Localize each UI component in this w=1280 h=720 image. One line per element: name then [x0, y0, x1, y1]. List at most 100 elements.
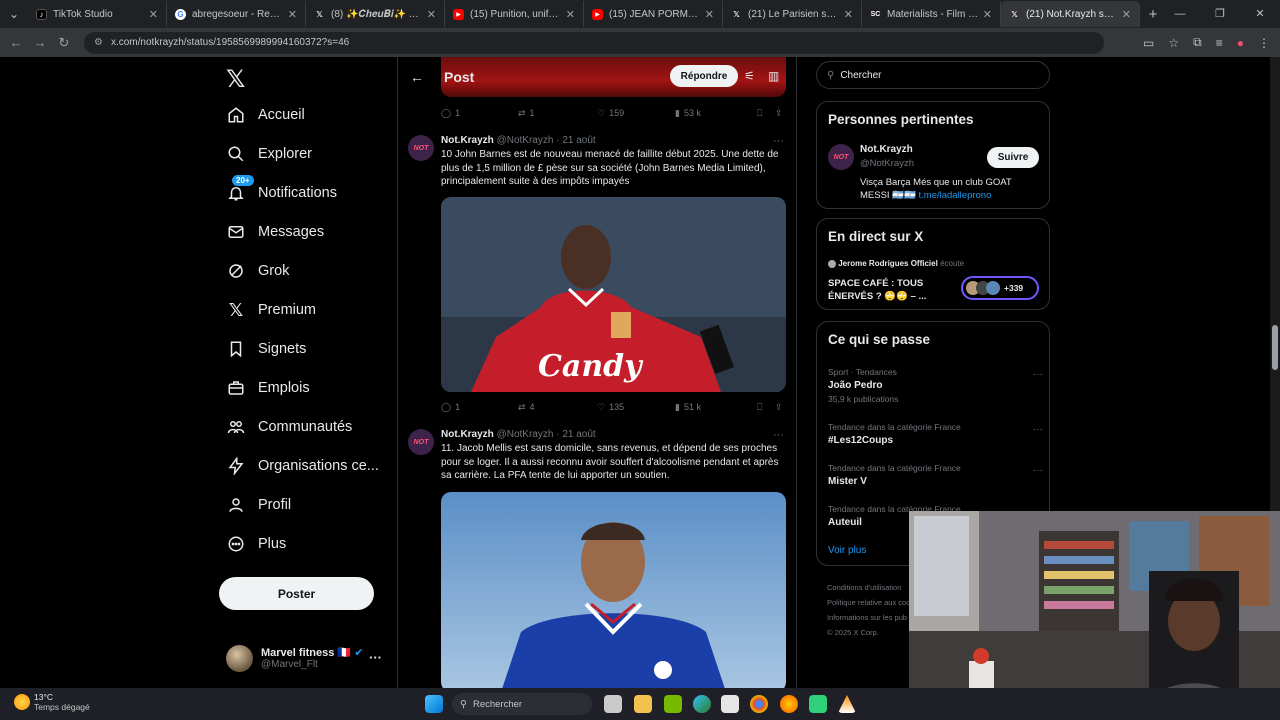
browser-tab[interactable]: 𝕏 (8) ✨𝑪𝒉𝒆𝒖𝑩𝒊✨ sur X ✕ [306, 1, 445, 27]
bookmark-action-icon[interactable]: ⎕ [757, 108, 775, 119]
browser-tab[interactable]: 𝕏(21) Le Parisien sur X : "La✕ [723, 1, 862, 27]
views-action[interactable]: ▮ 53 k [675, 108, 757, 119]
close-window-icon[interactable]: ✕ [1240, 0, 1280, 28]
share-icon[interactable]: ⇪ [775, 402, 783, 413]
footer-link[interactable]: Conditions d'utilisation [827, 580, 910, 595]
nav-bookmarks[interactable]: Signets [226, 330, 306, 368]
nav-more[interactable]: Plus [226, 525, 286, 563]
taskbar-search[interactable]: ⚲ Rechercher [452, 693, 592, 715]
tab-close-icon[interactable]: ✕ [983, 8, 992, 21]
reply-button[interactable]: Répondre [670, 65, 738, 87]
nav-communities[interactable]: Communautés [226, 408, 352, 446]
browser-tab[interactable]: ▶(15) Punition, uniforme sc✕ [445, 1, 584, 27]
more-dots-icon[interactable]: ··· [1033, 369, 1043, 380]
minimize-icon[interactable]: — [1160, 0, 1200, 28]
reply-action[interactable]: ◯ 1 [441, 402, 518, 413]
browser-tab[interactable]: Gabregesoeur - Recherche✕ [167, 1, 306, 27]
app-icon[interactable] [809, 695, 827, 713]
chrome-icon[interactable] [750, 695, 768, 713]
search-input[interactable]: ⚲ Chercher [816, 61, 1050, 89]
trend-item[interactable]: Tendance dans la catégorie France #Les12… [828, 422, 1043, 446]
profile-icon[interactable]: ● [1237, 36, 1244, 50]
weather-widget[interactable]: 13°C Temps dégagé [14, 692, 90, 712]
url-bar[interactable]: ⚙ x.com/notkrayzh/status/195856998999416… [84, 31, 1104, 54]
menu-kebab-icon[interactable]: ⋮ [1258, 36, 1270, 50]
tab-close-icon[interactable]: ✕ [427, 8, 436, 21]
tweet-image[interactable] [441, 492, 786, 688]
reading-list-icon[interactable]: ≡ [1216, 36, 1223, 50]
task-view-icon[interactable] [604, 695, 622, 713]
person-name[interactable]: Not.Krayzh [860, 144, 913, 155]
nav-explore[interactable]: Explorer [226, 135, 312, 173]
left-sidebar: 𝕏 Accueil Explorer 20+ Notifications Mes… [218, 57, 398, 688]
like-action[interactable]: ♡ 135 [597, 402, 675, 413]
file-explorer-icon[interactable] [634, 695, 652, 713]
x-logo-icon[interactable]: 𝕏 [226, 65, 245, 94]
more-dots-icon[interactable]: ··· [773, 429, 784, 441]
bio-link[interactable]: t.me/ladalleprono [919, 190, 992, 201]
more-dots-icon[interactable]: ··· [1033, 424, 1043, 435]
cast-icon[interactable]: ▭ [1143, 36, 1154, 50]
account-switcher[interactable]: Marvel fitness 🇫🇷 ✔ @Marvel_Flt ··· [226, 642, 396, 674]
trend-item[interactable]: Sport · Tendances João Pedro 35,9 k publ… [828, 367, 1043, 404]
edge-icon[interactable] [693, 695, 711, 713]
space-title[interactable]: SPACE CAFÉ : TOUS ÉNERVÉS ? 🙄🙄 – ... [828, 277, 953, 303]
firefox-icon[interactable] [780, 695, 798, 713]
forward-icon[interactable]: → [28, 35, 52, 50]
bookmark-action-icon[interactable]: ⎕ [757, 402, 775, 413]
repost-action[interactable]: ⇄ 4 [518, 402, 597, 413]
tweet-image[interactable]: Candy [441, 197, 786, 392]
nav-grok[interactable]: Grok [226, 252, 289, 290]
tab-close-icon[interactable]: ✕ [844, 8, 853, 21]
nvidia-icon[interactable] [664, 695, 682, 713]
store-icon[interactable] [721, 695, 739, 713]
tab-list-chevron-icon[interactable]: ⌄ [0, 0, 28, 28]
more-dots-icon[interactable]: ··· [1033, 465, 1043, 476]
reply-action[interactable]: ◯ 1 [441, 108, 518, 119]
browser-tab[interactable]: ▶(15) JEAN PORMANOVE✕ [584, 1, 723, 27]
nav-jobs[interactable]: Emplois [226, 369, 310, 407]
views-action[interactable]: ▮ 51 k [675, 402, 757, 413]
tab-close-icon[interactable]: ✕ [705, 8, 714, 21]
footer-link[interactable]: Informations sur les pub [827, 610, 910, 625]
tab-close-icon[interactable]: ✕ [288, 8, 297, 21]
footer-link[interactable]: Politique relative aux coo [827, 595, 910, 610]
vlc-icon[interactable] [838, 695, 856, 713]
tweet[interactable]: NOT Not.Krayzh @NotKrayzh · 21 août ··· … [398, 135, 796, 415]
site-info-icon[interactable]: ⚙ [94, 37, 103, 48]
extensions-icon[interactable]: ⧉ [1193, 35, 1202, 50]
more-dots-icon[interactable]: ··· [773, 135, 784, 147]
browser-tab[interactable]: SCMaterialists - Film (2025)✕ [862, 1, 1001, 27]
maximize-icon[interactable]: ❐ [1200, 0, 1240, 28]
post-button[interactable]: Poster [219, 577, 374, 610]
trend-item[interactable]: Tendance dans la catégorie France Mister… [828, 463, 1043, 487]
nav-notifications[interactable]: 20+ Notifications [226, 174, 337, 212]
tweet[interactable]: NOT Not.Krayzh @NotKrayzh · 21 août ··· … [398, 429, 796, 688]
follow-button[interactable]: Suivre [987, 147, 1039, 168]
nav-organisations[interactable]: Organisations ce... [226, 447, 379, 485]
tab-close-icon[interactable]: ✕ [1122, 8, 1131, 21]
share-icon[interactable]: ⇪ [775, 108, 783, 119]
nav-profile[interactable]: Profil [226, 486, 291, 524]
nav-messages[interactable]: Messages [226, 213, 324, 251]
filter-sliders-icon[interactable]: ⚟ [744, 69, 755, 83]
back-arrow-icon[interactable]: ← [410, 69, 424, 85]
tab-close-icon[interactable]: ✕ [566, 8, 575, 21]
see-more-link[interactable]: Voir plus [828, 545, 866, 556]
repost-action[interactable]: ⇄ 1 [518, 108, 597, 119]
more-dots-icon[interactable]: ··· [369, 650, 382, 665]
nav-home[interactable]: Accueil [226, 96, 305, 134]
tab-close-icon[interactable]: ✕ [149, 8, 158, 21]
windows-start-icon[interactable] [425, 695, 443, 713]
space-listeners-pill[interactable]: +339 [961, 276, 1039, 300]
like-action[interactable]: ♡ 159 [597, 108, 675, 119]
browser-tab-active[interactable]: 𝕏(21) Not.Krayzh sur X : "[✕ [1001, 1, 1140, 27]
avatar[interactable]: NOT [828, 144, 854, 170]
browser-tab[interactable]: ♪ TikTok Studio ✕ [28, 1, 167, 27]
back-icon[interactable]: ← [4, 35, 28, 50]
reload-icon[interactable]: ↻ [52, 35, 76, 51]
bookmark-star-icon[interactable]: ☆ [1168, 36, 1179, 50]
scrollbar-thumb[interactable] [1272, 325, 1278, 370]
reader-view-icon[interactable]: ▥ [768, 69, 779, 83]
nav-premium[interactable]: 𝕏 Premium [226, 291, 316, 329]
